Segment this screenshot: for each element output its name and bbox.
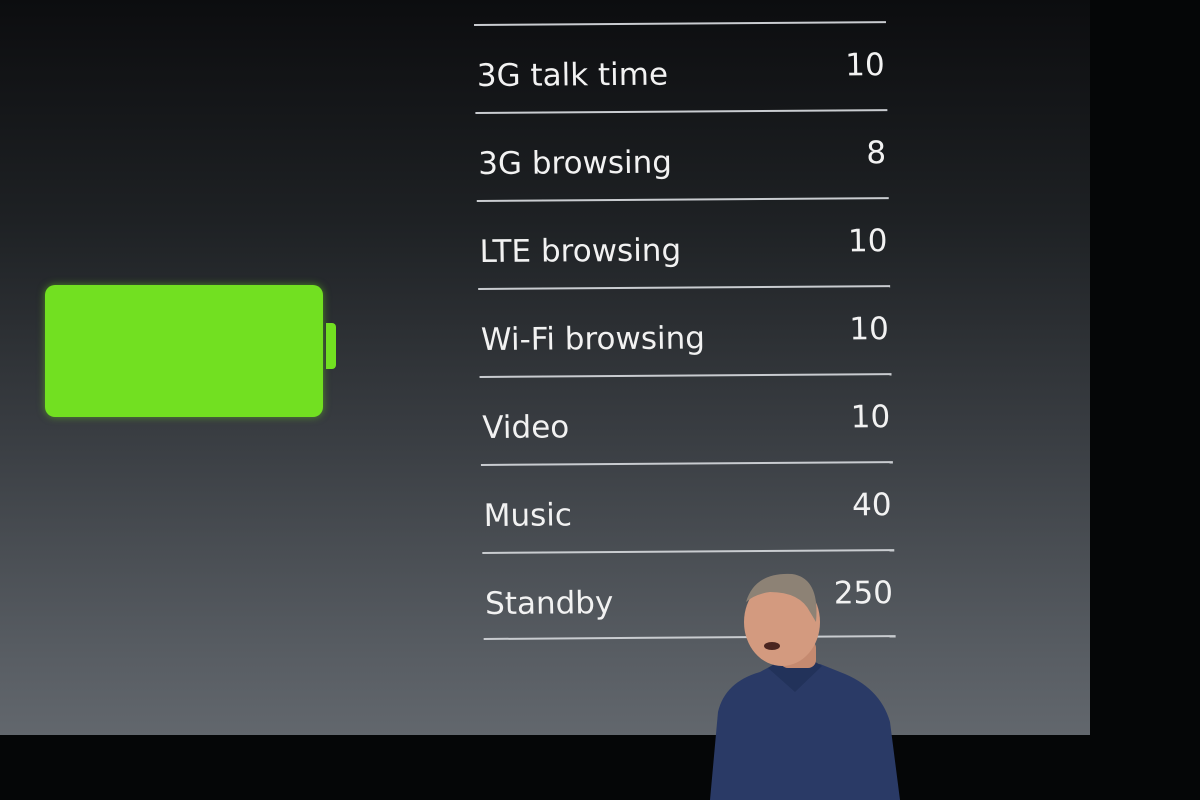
row-value: 8 bbox=[866, 135, 887, 172]
battery-full-icon bbox=[45, 285, 323, 417]
table-row: Music 40 bbox=[480, 461, 895, 552]
row-value: 10 bbox=[844, 47, 885, 84]
row-label: Video bbox=[482, 409, 570, 446]
table-row: Video 10 bbox=[479, 373, 893, 464]
row-value: 10 bbox=[849, 311, 890, 348]
row-label: 3G browsing bbox=[477, 144, 673, 182]
presenter-shirt bbox=[710, 664, 900, 800]
table-row: Wi-Fi browsing 10 bbox=[478, 285, 892, 376]
row-value: 10 bbox=[850, 399, 891, 436]
battery-life-table: 3G talk time 10 3G browsing 8 LTE browsing… bbox=[474, 21, 896, 640]
row-label: 3G talk time bbox=[476, 56, 669, 94]
row-value: 40 bbox=[851, 487, 892, 524]
row-label: Standby bbox=[484, 585, 614, 622]
row-label: LTE browsing bbox=[479, 232, 682, 270]
table-row: 3G browsing 8 bbox=[475, 109, 889, 200]
table-row: LTE browsing 10 bbox=[476, 197, 891, 288]
presenter bbox=[710, 573, 900, 800]
projection-screen: 3G talk time 10 3G browsing 8 LTE browsing… bbox=[0, 0, 1090, 735]
row-label: Wi-Fi browsing bbox=[480, 320, 706, 358]
row-value: 10 bbox=[847, 223, 888, 260]
table-row: 3G talk time 10 bbox=[474, 21, 888, 112]
battery-terminal bbox=[326, 323, 336, 369]
row-label: Music bbox=[483, 497, 573, 534]
presenter-mouth bbox=[764, 642, 780, 650]
